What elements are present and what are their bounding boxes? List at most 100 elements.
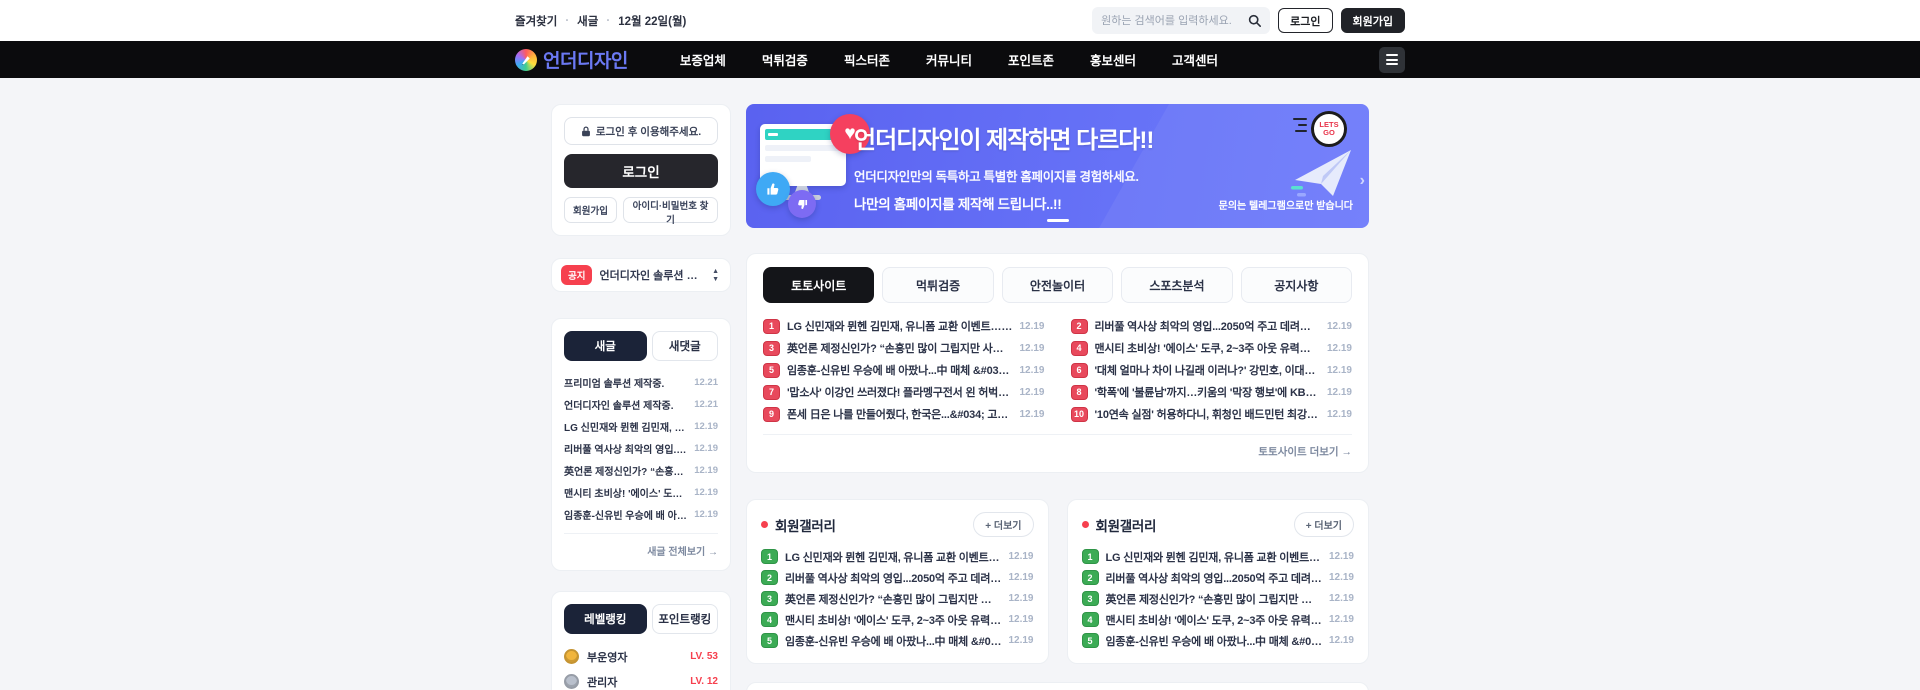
topbar: 즐겨찾기 · 새글 · 12월 22일(월) 로그인 회원가입 xyxy=(0,0,1920,41)
news-date: 12.19 xyxy=(1327,321,1352,332)
board-more-link[interactable]: 토토사이트 더보기 → xyxy=(763,434,1352,459)
new-posts-link[interactable]: 새글 xyxy=(577,13,598,29)
new-posts-more-link[interactable]: 새글 전체보기 → xyxy=(564,533,718,558)
nav-item[interactable]: 커뮤니티 xyxy=(926,50,972,69)
table-row[interactable]: 5 임종훈-신유빈 우승에 배 아팠나...中 매체 &#034;… 12.19 xyxy=(763,359,1045,381)
gallery-item-title: 임종훈-신유빈 우승에 배 아팠나...中 매체 &#0… xyxy=(785,633,1001,649)
tab-notice[interactable]: 공지사항 xyxy=(1241,267,1352,303)
topbar-links: 즐겨찾기 · 새글 · 12월 22일(월) xyxy=(515,13,686,29)
post-title: LG 신민재와 뮌헨 김민재, 유… xyxy=(564,419,688,434)
rank-number-badge: 7 xyxy=(763,385,780,400)
table-row[interactable]: 3 英언론 제정신인가? “손흥민 많이 그립지만 사비 시… 12.19 xyxy=(763,337,1045,359)
tab-safe-playground[interactable]: 안전놀이터 xyxy=(1002,267,1113,303)
list-item[interactable]: 5 임종훈-신유빈 우승에 배 아팠나...中 매체 &#0… 12.19 xyxy=(1082,630,1355,651)
tab-level-ranking[interactable]: 레벨랭킹 xyxy=(564,604,647,634)
rank-number-badge: 3 xyxy=(1082,591,1099,606)
main-content: ♥ 언더디자인이 제작하면 다르다!! 언더디자인만의 독특하고 특별한 홈페이… xyxy=(746,104,1369,690)
tab-toto-site[interactable]: 토토사이트 xyxy=(763,267,874,303)
list-item[interactable]: 英언론 제정신인가? “손흥민 … 12.19 xyxy=(564,459,718,481)
table-row[interactable]: 4 맨시티 초비상! '에이스' 도쿠, 2~3주 아웃 유력… 우… 12.1… xyxy=(1071,337,1353,359)
favorites-link[interactable]: 즐겨찾기 xyxy=(515,13,557,29)
menu-button[interactable] xyxy=(1379,47,1405,73)
banner-title: 언더디자인이 제작하면 다르다!! xyxy=(854,120,1153,155)
news-title: 英언론 제정신인가? “손흥민 많이 그립지만 사비 시… xyxy=(787,340,1012,356)
gallery-more-button[interactable]: + 더보기 xyxy=(1294,512,1354,537)
list-item[interactable]: 프리미엄 솔루션 제작중. 12.21 xyxy=(564,371,718,393)
list-item[interactable]: LG 신민재와 뮌헨 김민재, 유… 12.19 xyxy=(564,415,718,437)
list-item[interactable]: 4 맨시티 초비상! '에이스' 도쿠, 2~3주 아웃 유력… 12.19 xyxy=(761,609,1034,630)
gallery-item-title: 英언론 제정신인가? “손흥민 많이 그립지만 사비… xyxy=(1106,591,1322,607)
find-id-password-button[interactable]: 아이디·비밀번호 찾기 xyxy=(623,197,718,223)
member-gallery-card-right: 회원갤러리 + 더보기 1 LG 신민재와 뮌헨 김민재, 유니폼 교환 이벤트… xyxy=(1067,499,1370,664)
nav-item[interactable]: 고객센터 xyxy=(1172,50,1218,69)
list-item[interactable]: 2 리버풀 역사상 최악의 영입...2050억 주고 데려… 12.19 xyxy=(1082,567,1355,588)
table-row[interactable]: 6 '대체 얼마나 차이 나길래 이러나?' 강민호, 이대호… 12.19 xyxy=(1071,359,1353,381)
login-card: 로그인 후 이용해주세요. 로그인 회원가입 아이디·비밀번호 찾기 xyxy=(551,104,731,236)
rank-number-badge: 2 xyxy=(1071,319,1088,334)
table-row[interactable]: 9 폰세 日은 나를 만들어줬다, 한국은...&#034; 고백… 12.19 xyxy=(763,403,1045,425)
list-item[interactable]: 3 英언론 제정신인가? “손흥민 많이 그립지만 사비… 12.19 xyxy=(761,588,1034,609)
rank-number-badge: 2 xyxy=(761,570,778,585)
logo[interactable]: 언더디자인 xyxy=(515,46,628,73)
tab-new-posts[interactable]: 새글 xyxy=(564,331,647,361)
search-input[interactable] xyxy=(1101,15,1248,27)
rank-number-badge: 4 xyxy=(1071,341,1088,356)
nav-item[interactable]: 홍보센터 xyxy=(1090,50,1136,69)
notice-card[interactable]: 공지 언더디자인 솔루션 제작중. ▲ ▼ xyxy=(551,258,731,292)
login-button[interactable]: 로그인 xyxy=(564,154,718,188)
banner-subtitle-1: 언더디자인만의 독특하고 특별한 홈페이지를 경험하세요. xyxy=(854,166,1153,185)
list-item[interactable]: 3 英언론 제정신인가? “손흥민 많이 그립지만 사비… 12.19 xyxy=(1082,588,1355,609)
table-row[interactable]: 1 LG 신민재와 뮌헨 김민재, 유니폼 교환 이벤트…민재… 12.19 xyxy=(763,315,1045,337)
tab-new-comments[interactable]: 새댓글 xyxy=(652,331,718,361)
tab-sports-analysis[interactable]: 스포츠분석 xyxy=(1121,267,1232,303)
rank-number-badge: 6 xyxy=(1071,363,1088,378)
tab-verification[interactable]: 먹튀검증 xyxy=(882,267,993,303)
table-row[interactable]: 10 '10연속 실점' 허용하다니, 휘청인 배드민턴 최강 안… 12.19 xyxy=(1071,403,1353,425)
logo-icon xyxy=(515,49,537,71)
search-box[interactable] xyxy=(1092,7,1270,34)
tab-point-ranking[interactable]: 포인트랭킹 xyxy=(652,604,718,634)
thumbs-down-icon xyxy=(788,190,816,218)
nav-item[interactable]: 보증업체 xyxy=(680,50,726,69)
list-item[interactable]: 언더디자인 솔루션 제작중. 12.21 xyxy=(564,393,718,415)
list-item[interactable]: 4 맨시티 초비상! '에이스' 도쿠, 2~3주 아웃 유력… 12.19 xyxy=(1082,609,1355,630)
table-row[interactable]: 2 리버풀 역사상 최악의 영입...2050억 주고 데려왔는… 12.19 xyxy=(1071,315,1353,337)
rank-number-badge: 4 xyxy=(1082,612,1099,627)
notice-next-button[interactable]: ▼ xyxy=(710,276,721,283)
login-button-top[interactable]: 로그인 xyxy=(1278,8,1332,33)
ranking-card: 레벨랭킹 포인트랭킹 부운영자 LV. 53 관리자 LV. 12 xyxy=(551,591,731,690)
list-item[interactable]: 1 LG 신민재와 뮌헨 김민재, 유니폼 교환 이벤트…… 12.19 xyxy=(761,546,1034,567)
news-date: 12.19 xyxy=(1019,409,1044,420)
rank-number-badge: 5 xyxy=(761,633,778,648)
search-icon[interactable] xyxy=(1248,14,1261,27)
medal-icon xyxy=(564,649,579,664)
table-row[interactable]: 8 '학폭'에 '불륜남'까지…키움의 '막장 행보'에 KBO리… 12.19 xyxy=(1071,381,1353,403)
nav-item[interactable]: 픽스터존 xyxy=(844,50,890,69)
list-item[interactable]: 5 임종훈-신유빈 우승에 배 아팠나...中 매체 &#0… 12.19 xyxy=(761,630,1034,651)
list-item[interactable]: 2 리버풀 역사상 최악의 영입...2050억 주고 데려… 12.19 xyxy=(761,567,1034,588)
banner-slider-indicator[interactable] xyxy=(1047,219,1069,222)
nav-item[interactable]: 포인트존 xyxy=(1008,50,1054,69)
list-item[interactable]: 임종훈-신유빈 우승에 배 아… 12.19 xyxy=(564,503,718,525)
notice-text[interactable]: 언더디자인 솔루션 제작중. xyxy=(599,267,703,283)
signup-button-top[interactable]: 회원가입 xyxy=(1341,8,1405,33)
member-gallery-card-bottom: 회원갤러리 + 더보기 xyxy=(746,682,1369,690)
notice-prev-button[interactable]: ▲ xyxy=(710,268,721,275)
list-item[interactable]: 부운영자 LV. 53 xyxy=(564,644,718,669)
logo-text: 언더디자인 xyxy=(543,46,628,73)
medal-icon xyxy=(564,674,579,689)
nav-item[interactable]: 먹튀검증 xyxy=(762,50,808,69)
gallery-list: 1 LG 신민재와 뮌헨 김민재, 유니폼 교환 이벤트…… 12.19 2 리… xyxy=(761,546,1034,651)
list-item[interactable]: 리버풀 역사상 최악의 영입...… 12.19 xyxy=(564,437,718,459)
main-nav: 언더디자인 보증업체 먹튀검증 픽스터존 커뮤니티 포인트존 홍보센터 고객센터 xyxy=(0,41,1920,78)
list-item[interactable]: 1 LG 신민재와 뮌헨 김민재, 유니폼 교환 이벤트…… 12.19 xyxy=(1082,546,1355,567)
promo-banner[interactable]: ♥ 언더디자인이 제작하면 다르다!! 언더디자인만의 독특하고 특별한 홈페이… xyxy=(746,104,1369,228)
signup-button[interactable]: 회원가입 xyxy=(564,197,617,223)
list-item[interactable]: 관리자 LV. 12 xyxy=(564,669,718,690)
post-title: 임종훈-신유빈 우승에 배 아… xyxy=(564,507,688,522)
list-item[interactable]: 맨시티 초비상! '에이스' 도쿠, … 12.19 xyxy=(564,481,718,503)
rank-number-badge: 2 xyxy=(1082,570,1099,585)
table-row[interactable]: 7 '맙소사' 이강인 쓰러졌다! 플라멩구전서 왼 허벅지 통… 12.19 xyxy=(763,381,1045,403)
gallery-more-button[interactable]: + 더보기 xyxy=(973,512,1033,537)
member-level: LV. 53 xyxy=(690,651,718,662)
